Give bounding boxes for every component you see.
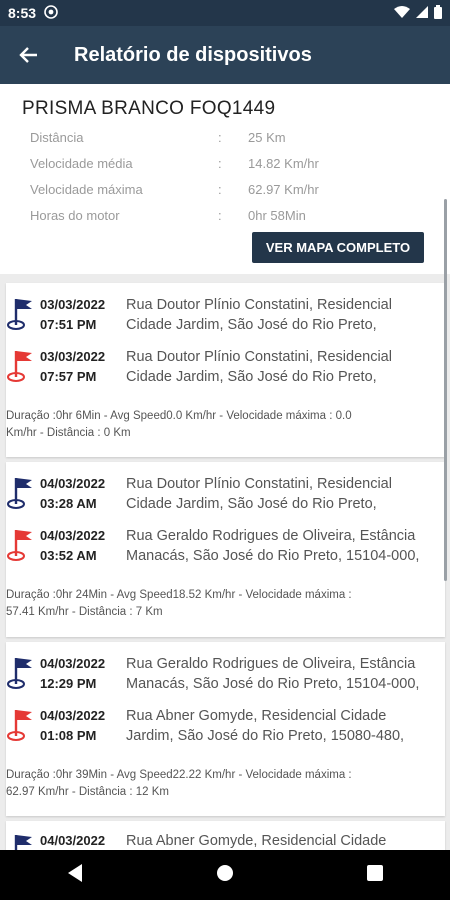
summary-label: Velocidade máxima [30, 181, 143, 197]
start-flag-icon [6, 474, 38, 514]
summary-colon: : [218, 181, 222, 197]
page-title: Relatório de dispositivos [74, 43, 312, 66]
trip-start: 04/03/2022 12:29 PM Rua Geraldo Rodrigues… [6, 654, 445, 694]
nav-back-button[interactable] [66, 863, 84, 888]
summary-colon: : [218, 129, 222, 145]
trip-datetime: 03/03/2022 07:51 PM [40, 297, 106, 332]
trip-address: Rua Abner Gomyde, Residencial Cidade [126, 833, 387, 849]
circle-home-icon [216, 864, 233, 881]
trip-end: 04/03/2022 03:52 AM Rua Geraldo Rodrigues… [6, 526, 445, 566]
report-content[interactable]: PRISMA BRANCO FOQ1449 Distância : 25 Km … [0, 84, 450, 850]
summary-label: Velocidade média [30, 155, 133, 171]
summary-colon: : [218, 207, 222, 223]
triangle-back-icon [67, 863, 82, 882]
summary-label: Horas do motor [30, 207, 120, 223]
trip-datetime: 04/03/2022 12:29 PM [40, 656, 106, 691]
end-flag-icon [6, 526, 38, 566]
device-name: PRISMA BRANCO FOQ1449 [22, 98, 276, 119]
trip-end: 03/03/2022 07:57 PM Rua Doutor Plínio Con… [6, 347, 445, 387]
trip-start: 03/03/2022 07:51 PM Rua Doutor Plínio Con… [6, 295, 445, 335]
status-time: 8:53 [8, 5, 37, 21]
trip-datetime: 04/03/2022 01:08 PM [40, 708, 106, 743]
trip-datetime: 03/03/2022 07:57 PM [40, 349, 106, 384]
trip-address: Rua Abner Gomyde, Residencial Cidade Jard… [126, 708, 405, 744]
summary-value: 62.97 Km/hr [248, 181, 319, 197]
summary-colon: : [218, 155, 222, 171]
summary-row-engine-hours: Horas do motor : 0hr 58Min [22, 202, 428, 228]
view-full-map-button[interactable]: VER MAPA COMPLETO [252, 232, 424, 263]
trip-start: 04/03/2022 Rua Abner Gomyde, Residencial… [6, 831, 445, 850]
trip-datetime: 04/03/2022 03:52 AM [40, 528, 106, 563]
summary-row-max-speed: Velocidade máxima : 62.97 Km/hr [22, 176, 428, 202]
start-flag-icon [6, 831, 38, 850]
battery-icon [434, 4, 442, 22]
trip-end: 04/03/2022 01:08 PM Rua Abner Gomyde, Res… [6, 706, 445, 746]
start-flag-icon [6, 295, 38, 335]
system-navigation-bar [0, 850, 450, 900]
trip-address: Rua Geraldo Rodrigues de Oliveira, Estân… [126, 528, 420, 564]
trip-stats: Duração :0hr 6Min - Avg Speed0.0 Km/hr -… [6, 410, 352, 439]
app-bar: Relatório de dispositivos [0, 26, 450, 84]
trip-address: Rua Doutor Plínio Constatini, Residencia… [126, 349, 392, 385]
summary-value: 0hr 58Min [248, 207, 306, 223]
summary-value: 14.82 Km/hr [248, 155, 319, 171]
start-flag-icon [6, 654, 38, 694]
trip-card[interactable]: 03/03/2022 07:51 PM Rua Doutor Plínio Con… [6, 283, 445, 457]
status-bar: 8:53 [0, 0, 450, 26]
nav-recents-button[interactable] [366, 864, 384, 887]
notification-icon [44, 4, 58, 22]
trip-datetime: 04/03/2022 03:28 AM [40, 476, 106, 511]
trip-address: Rua Geraldo Rodrigues de Oliveira, Estân… [126, 656, 420, 692]
back-button[interactable] [0, 26, 58, 84]
signal-icon [416, 5, 428, 21]
trip-card[interactable]: 04/03/2022 12:29 PM Rua Geraldo Rodrigues… [6, 642, 445, 816]
trip-card[interactable]: 04/03/2022 Rua Abner Gomyde, Residencial… [6, 821, 445, 850]
device-summary-card: PRISMA BRANCO FOQ1449 Distância : 25 Km … [0, 84, 450, 274]
trip-stats: Duração :0hr 24Min - Avg Speed18.52 Km/h… [6, 589, 352, 618]
square-recents-icon [367, 864, 384, 881]
end-flag-icon [6, 706, 38, 746]
trip-address: Rua Doutor Plínio Constatini, Residencia… [126, 476, 392, 512]
wifi-icon [394, 5, 410, 21]
trip-datetime: 04/03/2022 [40, 833, 106, 848]
trip-stats: Duração :0hr 39Min - Avg Speed22.22 Km/h… [6, 769, 352, 798]
summary-label: Distância [30, 129, 84, 145]
trip-card[interactable]: 04/03/2022 03:28 AM Rua Doutor Plínio Con… [6, 462, 445, 637]
summary-row-avg-speed: Velocidade média : 14.82 Km/hr [22, 150, 428, 176]
summary-row-distance: Distância : 25 Km [22, 124, 428, 150]
scrollbar[interactable] [444, 199, 447, 581]
trip-start: 04/03/2022 03:28 AM Rua Doutor Plínio Con… [6, 474, 445, 514]
arrow-left-icon [19, 47, 37, 63]
trip-address: Rua Doutor Plínio Constatini, Residencia… [126, 297, 392, 333]
summary-value: 25 Km [248, 129, 286, 145]
end-flag-icon [6, 347, 38, 387]
nav-home-button[interactable] [215, 863, 235, 888]
